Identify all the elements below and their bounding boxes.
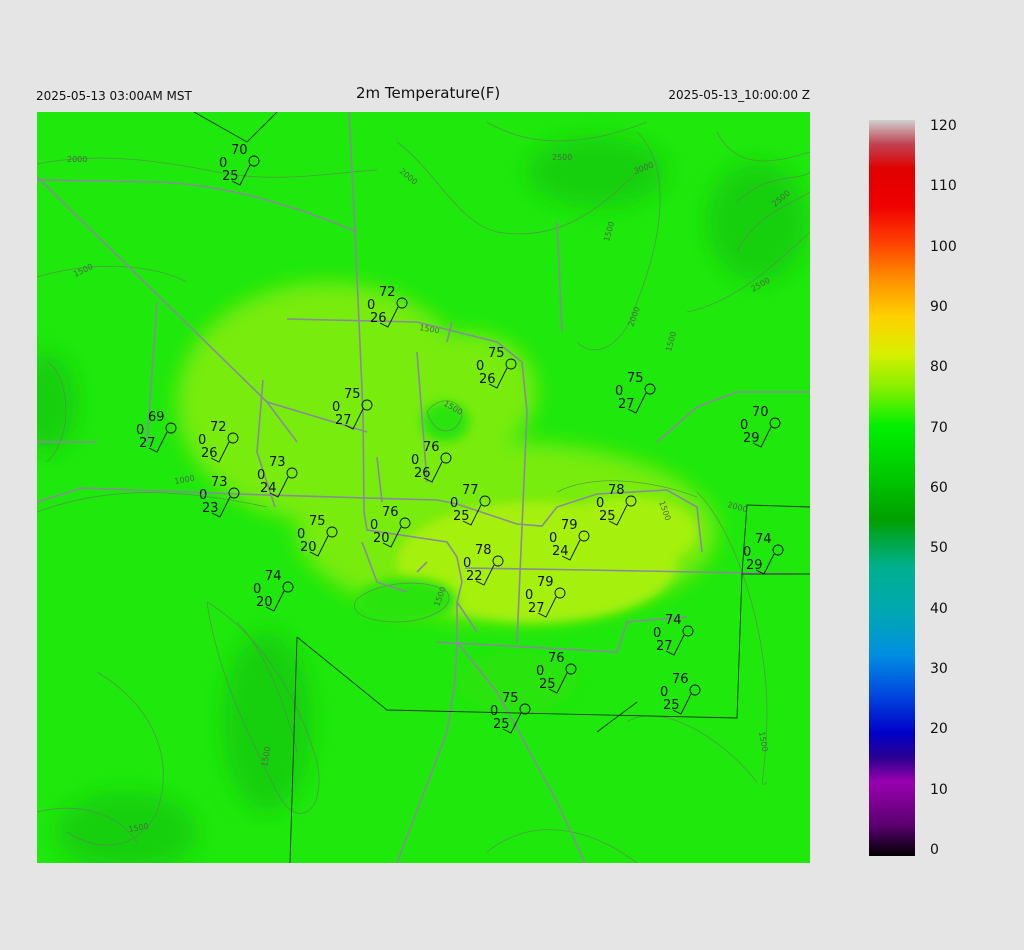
colorbar-tick-label: 100: [930, 238, 957, 255]
station-dewpoint: 20: [256, 595, 273, 610]
station-temperature: 75: [488, 346, 505, 361]
station-dewpoint: 27: [528, 601, 545, 616]
station-temperature: 78: [608, 483, 625, 498]
station-dewpoint: 24: [552, 544, 569, 559]
station-temperature: 73: [269, 455, 286, 470]
colorbar-tick-label: 30: [930, 661, 948, 677]
station-temperature: 77: [462, 483, 479, 498]
station-temperature: 75: [627, 371, 644, 386]
station-temperature: 76: [382, 505, 399, 520]
station-dewpoint: 27: [656, 639, 673, 654]
station-temperature: 76: [672, 672, 689, 687]
station-dewpoint: 27: [618, 397, 635, 412]
station-temperature: 74: [665, 613, 682, 628]
station-dewpoint: 22: [466, 569, 483, 584]
station-dewpoint: 26: [201, 446, 218, 461]
temperature-map: 2000 2000 2500 3000 2500 2500 2000 1500 …: [37, 112, 810, 863]
station-temperature: 72: [379, 285, 396, 300]
contour-label: 2500: [552, 153, 572, 162]
station-temperature: 78: [475, 543, 492, 558]
colorbar-tick-label: 60: [930, 480, 948, 496]
station-dewpoint: 23: [202, 501, 219, 516]
colorbar-tick-label: 50: [930, 540, 948, 557]
station-temperature: 74: [265, 569, 282, 584]
station-dewpoint: 27: [139, 436, 156, 451]
contour-label: 2000: [67, 155, 87, 164]
station-dewpoint: 25: [599, 509, 616, 524]
colorbar-tick-label: 110: [930, 178, 957, 195]
colorbar-tick-label: 70: [930, 419, 948, 436]
colorbar-tick-label: 40: [930, 600, 948, 617]
station-temperature: 76: [548, 651, 565, 666]
station-dewpoint: 26: [414, 466, 431, 481]
station-dewpoint: 20: [300, 540, 317, 555]
station-dewpoint: 25: [453, 509, 470, 524]
utc-time-label: 2025-05-13_10:00:00 Z: [668, 88, 810, 102]
station-dewpoint: 25: [222, 169, 239, 184]
station-temperature: 69: [148, 410, 165, 425]
station-temperature: 70: [231, 143, 248, 158]
station-dewpoint: 25: [493, 717, 510, 732]
colorbar-tick-label: 10: [930, 781, 948, 798]
station-temperature: 76: [423, 440, 440, 455]
colorbar-tick-label: 80: [930, 359, 948, 376]
station-dewpoint: 25: [663, 698, 680, 713]
station-temperature: 74: [755, 532, 772, 547]
station-dewpoint: 25: [539, 677, 556, 692]
temperature-field: [37, 112, 810, 863]
station-dewpoint: 26: [370, 311, 387, 326]
station-temperature: 79: [561, 518, 578, 533]
colorbar: [869, 120, 915, 856]
colorbar-tick-label: 20: [930, 721, 948, 738]
map-title: 2m Temperature(F): [356, 84, 501, 102]
colorbar-tick-label: 0: [930, 842, 939, 858]
station-temperature: 79: [537, 575, 554, 590]
station-dewpoint: 29: [743, 431, 760, 446]
colorbar-tick-label: 120: [930, 118, 957, 134]
station-temperature: 75: [309, 514, 326, 529]
station-dewpoint: 24: [260, 481, 277, 496]
station-dewpoint: 27: [335, 413, 352, 428]
station-temperature: 75: [344, 387, 361, 402]
local-time-label: 2025-05-13 03:00AM MST: [36, 89, 192, 103]
station-temperature: 72: [210, 420, 227, 435]
station-dewpoint: 29: [746, 558, 763, 573]
station-dewpoint: 20: [373, 531, 390, 546]
station-temperature: 75: [502, 691, 519, 706]
colorbar-tick-label: 90: [930, 299, 948, 315]
station-temperature: 73: [211, 475, 228, 490]
station-dewpoint: 26: [479, 372, 496, 387]
station-temperature: 70: [752, 405, 769, 420]
